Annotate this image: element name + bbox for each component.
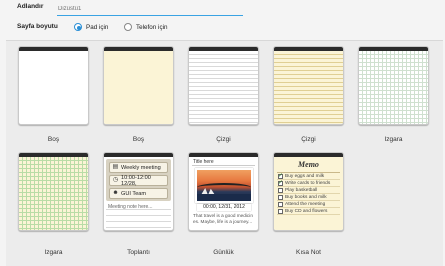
checkbox [278,187,283,193]
diary-date: 00:00, 12/31, 2012 [197,204,251,211]
page-preview: Title here 00:00, 12/31, 2012 That trave… [189,157,258,230]
template-blank-white[interactable] [18,46,89,125]
page-preview: Memo Buy eggs and milk Write cards to fr… [274,157,343,230]
page-preview [104,51,173,124]
radio-dot-selected [74,23,82,31]
page-size-label: Sayfa boyutu [17,23,58,30]
template-meeting[interactable]: ▤ Weekly meeting ◷ 10:00-12:00 12/28, ☻ … [103,152,174,231]
radio-pad[interactable]: Pad için [74,22,108,32]
meeting-notes: Meeting note here... [106,204,171,230]
diary-photo [195,168,253,203]
checkbox [278,201,283,207]
memo-list: Buy eggs and milk Write cards to friends… [277,172,340,228]
page-preview [359,51,428,124]
memo-item-text: Attend the meeting [285,201,326,207]
meeting-team: GUI Team [121,190,147,197]
name-input[interactable] [57,0,243,16]
page-preview [19,51,88,124]
memo-item: Buy CD and flowers [277,208,340,215]
template-label: Boş [132,136,145,143]
template-label: Izgara [384,136,403,143]
checkbox [278,194,283,200]
radio-phone-label: Telefon için [136,23,168,31]
meeting-title: Weekly meeting [121,164,161,171]
diary-text: That travel is a good medicin es. Maybe,… [193,213,253,224]
meeting-team-row: ☻ GUI Team [109,188,168,199]
template-lined-white[interactable] [188,46,259,125]
page-preview: ▤ Weekly meeting ◷ 10:00-12:00 12/28, ☻ … [104,157,173,230]
template-lined-yellow[interactable] [273,46,344,125]
template-label: Çizgi [301,136,316,143]
diary-title: Title here [192,159,255,166]
page-preview [274,51,343,124]
memo-item-text: Buy eggs and milk [285,173,325,179]
name-label: Adlandır [17,3,44,10]
memo-item-text: Write cards to friends [285,180,331,186]
memo-item: Buy books and milk [277,194,340,201]
template-grid-yellow[interactable] [18,152,89,231]
checkbox-checked [278,179,283,186]
water-shape [197,194,251,201]
meeting-title-row: ▤ Weekly meeting [109,162,168,173]
clock-icon: ◷ [112,177,119,183]
memo-item-text: Play basketball [285,187,318,193]
radio-dot [124,23,132,31]
template-grid-white[interactable] [358,46,429,125]
radio-pad-label: Pad için [86,23,109,31]
memo-item: Write cards to friends [277,179,340,187]
page-preview [189,51,258,124]
meeting-notes-text: Meeting note here... [108,204,153,210]
template-label: Günlük [213,249,234,256]
memo-item: Play basketball [277,187,340,194]
template-label: Kısa Not [296,249,321,256]
template-blank-yellow[interactable] [103,46,174,125]
memo-item: Attend the meeting [277,201,340,208]
people-icon: ☻ [112,190,119,196]
page-size-row: Sayfa boyutu Pad için Telefon için [17,20,317,34]
template-memo[interactable]: Memo Buy eggs and milk Write cards to fr… [273,152,344,231]
meeting-time: 10:00-12:00 12/28, [121,174,151,187]
template-label: Toplantı [127,249,150,256]
calendar-icon: ▤ [112,164,119,170]
meeting-time-row: ◷ 10:00-12:00 12/28, [109,174,168,187]
checkbox [278,208,283,214]
template-diary[interactable]: Title here 00:00, 12/31, 2012 That trave… [188,152,259,231]
name-row: Adlandır [17,0,257,17]
memo-item-text: Buy books and milk [285,194,327,200]
template-label: Çizgi [216,136,231,143]
template-label: Boş [47,136,60,143]
radio-phone[interactable]: Telefon için [124,22,168,32]
memo-title: Memo [298,160,319,169]
memo-item: Buy eggs and milk [277,172,340,180]
page-preview [19,157,88,230]
template-label: Izgara [44,249,63,256]
memo-item-text: Buy CD and flowers [285,208,328,214]
meeting-header: ▤ Weekly meeting ◷ 10:00-12:00 12/28, ☻ … [106,159,171,201]
